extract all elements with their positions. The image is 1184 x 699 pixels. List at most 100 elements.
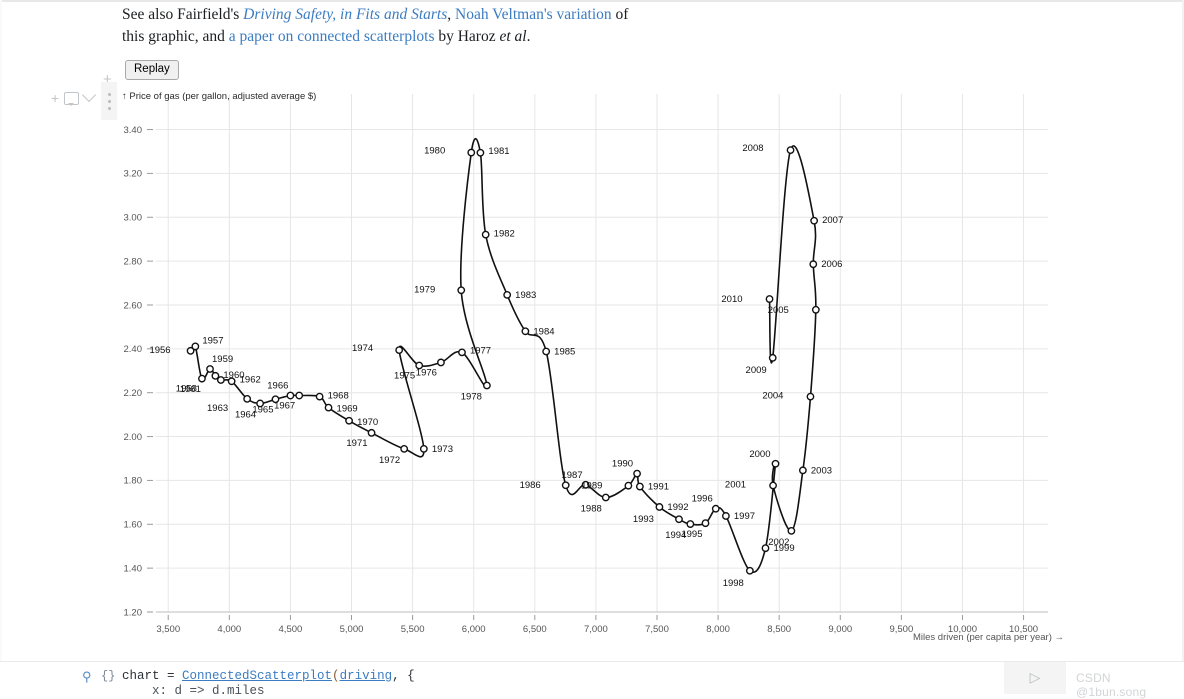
x-tick-label: 4,000	[217, 624, 241, 635]
x-tick-label: 9,000	[828, 624, 852, 635]
x-tick-label: 5,500	[401, 624, 425, 635]
data-point-label: 1972	[379, 455, 400, 466]
link-veltman-variation[interactable]: Noah Veltman's variation	[455, 6, 612, 23]
link-connected-scatterplots-paper[interactable]: a paper on connected scatterplots	[229, 28, 435, 45]
play-icon[interactable]: ▷	[1026, 668, 1044, 686]
data-point[interactable]	[476, 148, 485, 157]
x-tick-label: 6,500	[523, 624, 547, 635]
prose-et-al: et al	[499, 27, 527, 45]
data-point[interactable]	[722, 512, 730, 520]
data-point[interactable]	[806, 392, 815, 401]
data-point[interactable]	[711, 504, 720, 513]
data-point[interactable]	[542, 347, 551, 356]
data-point[interactable]	[771, 459, 780, 468]
data-point-label: 1997	[734, 511, 755, 522]
connected-scatterplot: 1.20 1.40 1.60 1.80 2.00 2.20 2.40 2.60 2.80 3.00…	[122, 91, 1064, 643]
data-point[interactable]	[437, 358, 445, 367]
data-point-label: 1988	[581, 504, 602, 515]
data-point[interactable]	[809, 260, 818, 269]
data-point[interactable]	[633, 469, 641, 478]
data-point[interactable]	[206, 365, 214, 373]
x-tick-label: 7,000	[584, 624, 608, 635]
data-point[interactable]	[458, 348, 466, 357]
pin-icon[interactable]: ⚲	[82, 670, 92, 683]
braces-icon[interactable]: {}	[101, 670, 115, 683]
data-point-label: 1975	[394, 371, 415, 382]
cell-icon[interactable]	[64, 92, 79, 106]
data-point[interactable]	[601, 493, 610, 502]
x-tick-label: 8,500	[767, 624, 791, 635]
data-point[interactable]	[624, 481, 633, 490]
data-point[interactable]	[503, 290, 512, 299]
data-point[interactable]	[467, 148, 476, 157]
data-point[interactable]	[315, 392, 324, 401]
data-point-label: 1992	[667, 502, 688, 513]
data-point[interactable]	[395, 346, 404, 355]
prose-text-1: See also Fairfield's	[122, 6, 244, 23]
data-point[interactable]	[367, 428, 376, 437]
data-point[interactable]	[686, 520, 695, 528]
data-point[interactable]	[655, 503, 664, 511]
data-point-label: 2009	[746, 365, 767, 376]
data-point[interactable]	[786, 146, 795, 155]
data-point-label: 2001	[725, 479, 746, 490]
code-paren-open: (	[332, 669, 340, 683]
data-point-label: 2004	[762, 391, 783, 402]
data-point-label: 2005	[768, 305, 789, 316]
replay-button[interactable]: Replay	[125, 60, 179, 80]
data-point[interactable]	[635, 482, 644, 491]
y-tick-label: 2.60	[124, 300, 143, 311]
data-point[interactable]	[745, 566, 754, 575]
data-point-label: 1968	[328, 391, 349, 402]
data-point-label: 1990	[612, 459, 633, 470]
data-point[interactable]	[768, 353, 777, 362]
data-point-label: 2006	[821, 259, 842, 270]
data-point[interactable]	[419, 444, 428, 453]
data-point-label: 1967	[274, 401, 295, 412]
grid-layer	[156, 94, 1048, 613]
y-tick-label: 2.80	[124, 256, 143, 267]
data-point[interactable]	[675, 515, 683, 524]
chevron-down-icon[interactable]	[81, 87, 97, 103]
data-point[interactable]	[295, 391, 304, 400]
data-point[interactable]	[482, 381, 491, 390]
y-tick-label: 3.40	[124, 125, 143, 136]
data-point[interactable]	[765, 295, 774, 303]
add-cell-icon[interactable]: +	[51, 91, 59, 105]
data-point[interactable]	[798, 466, 807, 475]
data-point[interactable]	[811, 305, 820, 314]
data-point[interactable]	[198, 374, 206, 383]
data-point[interactable]	[457, 286, 466, 295]
data-point-label: 1978	[461, 391, 482, 402]
data-point-label: 1971	[346, 438, 367, 449]
data-point[interactable]	[521, 327, 530, 336]
x-tick-label: 5,000	[340, 624, 364, 635]
data-point-label: 1962	[240, 374, 261, 385]
code-line-1[interactable]: chart = ConnectedScatterplot(driving, {	[122, 669, 415, 684]
data-point[interactable]	[810, 216, 819, 225]
vertical-dots-icon[interactable]	[101, 82, 117, 120]
data-point[interactable]	[324, 403, 333, 412]
code-line-2[interactable]: x: d => d.miles	[122, 684, 265, 698]
data-point-label: 2008	[742, 143, 763, 154]
data-point[interactable]	[191, 342, 200, 351]
data-point-label: 1986	[520, 480, 541, 491]
data-point[interactable]	[769, 481, 777, 490]
data-point[interactable]	[243, 394, 252, 403]
prose-text-4: graphic, and	[148, 27, 229, 45]
data-point[interactable]	[701, 519, 710, 528]
y-axis-label: ↑ Price of gas (per gallon, adjusted ave…	[122, 91, 316, 102]
link-driving-safety[interactable]: Driving Safety, in Fits and Starts	[243, 6, 447, 23]
data-point[interactable]	[561, 481, 570, 490]
data-point-label: 1977	[470, 345, 491, 356]
data-point[interactable]	[787, 526, 796, 535]
data-point[interactable]	[345, 416, 353, 425]
data-point-label: 1980	[424, 146, 445, 157]
data-point[interactable]	[481, 230, 490, 239]
data-point-label: 1996	[692, 494, 713, 505]
data-point[interactable]	[286, 391, 295, 400]
prose-text-2: ,	[447, 6, 456, 23]
data-point[interactable]	[400, 444, 409, 453]
data-point-label: 1959	[212, 354, 233, 365]
y-tick-label: 3.20	[124, 169, 143, 180]
